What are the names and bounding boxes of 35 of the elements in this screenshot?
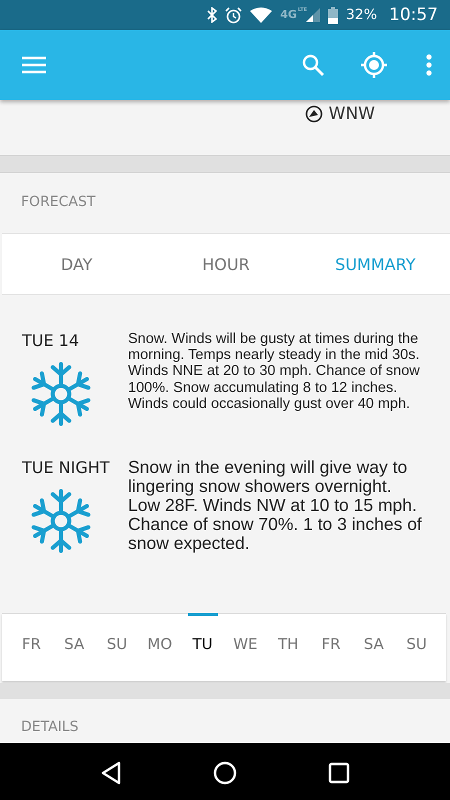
weekday-tab[interactable]: WE (224, 614, 267, 674)
home-icon[interactable] (212, 761, 237, 785)
forecast-tab[interactable]: HOUR (151, 234, 301, 294)
more-options-icon[interactable] (426, 54, 432, 76)
period-name: TUE 14 (22, 331, 80, 350)
weekday-tab[interactable]: SA (352, 614, 396, 674)
clock: 10:57 (389, 5, 438, 25)
weekday-tab[interactable]: FR (10, 614, 53, 674)
recents-icon[interactable] (328, 762, 350, 784)
wind-direction: WNW (328, 104, 375, 124)
battery-percent: 32% (346, 7, 377, 23)
weekday-tab[interactable]: SA (52, 614, 96, 674)
weekday-tab[interactable]: TH (266, 614, 310, 674)
wind-direction-icon (304, 105, 323, 123)
search-icon[interactable] (302, 54, 324, 76)
location-target-icon[interactable] (360, 51, 388, 79)
weekday-tab[interactable]: TU (181, 614, 224, 674)
bluetooth-icon (207, 7, 218, 23)
menu-icon[interactable] (22, 56, 46, 74)
signal-icon (306, 8, 320, 22)
forecast-summary: Snow. Winds will be gusty at times during the morning. Temps nearly steady in the mid 30s. Winds NNE at 20 to 30 mph. Chance of snow 100%. Snow accumulating 8 to 12 inches. Winds could occasionally gust over 40 mph. (128, 331, 421, 414)
back-icon[interactable] (100, 761, 122, 785)
wifi-icon (250, 7, 272, 23)
section-title: FORECAST (20, 193, 96, 212)
forecast-tab[interactable]: SUMMARY (300, 234, 450, 294)
section-title: DETAILS (20, 718, 80, 737)
forecast-tab[interactable]: DAY (2, 234, 152, 294)
weekday-tab[interactable]: FR (310, 614, 352, 674)
battery-icon (328, 6, 338, 24)
alarm-icon (225, 6, 242, 24)
weekday-tab[interactable]: SU (96, 614, 138, 674)
weekday-tab[interactable]: MO (138, 614, 182, 674)
weekday-tab[interactable]: SU (395, 614, 438, 674)
period-name: TUE NIGHT (22, 458, 111, 477)
forecast-summary: Snow in the evening will give way to lingering snow showers overnight. Low 28F. Winds NW at 10 to 15 mph. Chance of snow 70%. 1 to 3 inches of snow expected. (128, 458, 423, 555)
